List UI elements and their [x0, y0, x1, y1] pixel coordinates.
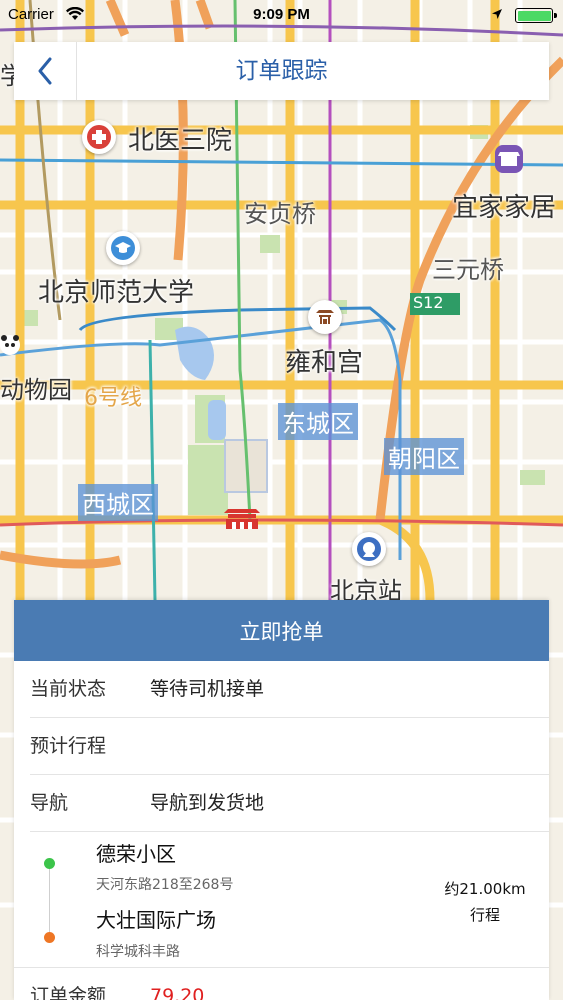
- clock-label: 9:09 PM: [253, 6, 310, 23]
- order-amount-value: 79.20: [150, 985, 205, 1000]
- start-point-dot: [44, 858, 55, 869]
- order-amount-row: 订单金额 79.20: [30, 968, 549, 1000]
- map-label-yonghe-temple: 雍和宫: [285, 348, 364, 378]
- map-label-sanyuan-bridge: 三元桥: [432, 256, 504, 284]
- end-point-dot: [44, 932, 55, 943]
- battery-icon: [515, 8, 557, 23]
- temple-pin-icon[interactable]: [308, 300, 342, 334]
- status-bar: Carrier 9:09 PM: [0, 0, 563, 30]
- status-row-value: 等待司机接单: [150, 678, 265, 700]
- grab-order-button[interactable]: 立即抢单: [14, 600, 549, 661]
- map-road-badge-s12: S12: [413, 293, 444, 312]
- destination-name: 大壮国际广场: [96, 908, 216, 932]
- origin-address: 天河东路218至268号: [96, 877, 234, 893]
- page-title: 订单跟踪: [235, 58, 328, 84]
- status-row-label: 当前状态: [30, 678, 107, 700]
- origin-name: 德荣小区: [96, 842, 176, 866]
- order-panel: 立即抢单 当前状态 等待司机接单 预计行程 导航 导航到发货地 德荣小区 天河东…: [14, 600, 549, 1000]
- location-arrow-icon: [491, 7, 503, 24]
- university-pin-icon[interactable]: [106, 231, 140, 265]
- estimated-trip-label: 预计行程: [30, 735, 107, 757]
- map-label-anzhen-bridge: 安贞桥: [244, 200, 316, 228]
- district-label-xicheng: 西城区: [78, 484, 158, 521]
- hospital-pin-icon[interactable]: [82, 120, 116, 154]
- navigation-row-label: 导航: [30, 792, 69, 814]
- estimated-trip-row: 预计行程: [30, 718, 549, 775]
- district-label-chaoyang: 朝阳区: [384, 438, 464, 475]
- map-label-bnu: 北京师范大学: [38, 278, 195, 308]
- trip-distance-label: 行程: [469, 906, 500, 924]
- panda-pin-icon[interactable]: [0, 330, 22, 364]
- map-label-ikea: 宜家家居: [452, 193, 557, 223]
- map-label-metro-line-6: 6号线: [84, 386, 142, 411]
- district-label-dongcheng: 东城区: [278, 403, 358, 440]
- map-label-bei-yi-san-yuan: 北医三院: [128, 126, 233, 156]
- trip-distance: 约21.00km 行程: [437, 876, 533, 928]
- order-amount-label: 订单金额: [30, 985, 107, 1000]
- railway-station-pin-icon[interactable]: [352, 532, 386, 566]
- trip-distance-value: 约21.00km: [444, 880, 526, 898]
- status-row: 当前状态 等待司机接单: [30, 661, 549, 718]
- route-summary: 德荣小区 天河东路218至268号 大壮国际广场 科学城科丰路 约21.00km…: [14, 832, 549, 968]
- route-connector-line: [49, 863, 50, 937]
- navigation-bar: 订单跟踪: [14, 42, 549, 100]
- destination-address: 科学城科丰路: [96, 944, 180, 960]
- navigation-row[interactable]: 导航 导航到发货地: [30, 775, 549, 832]
- map-label-zoo: 动物园: [0, 376, 72, 404]
- tiananmen-landmark-icon[interactable]: [222, 505, 262, 535]
- shopping-pin-icon[interactable]: [492, 142, 526, 180]
- navigate-to-pickup-link[interactable]: 导航到发货地: [150, 775, 264, 832]
